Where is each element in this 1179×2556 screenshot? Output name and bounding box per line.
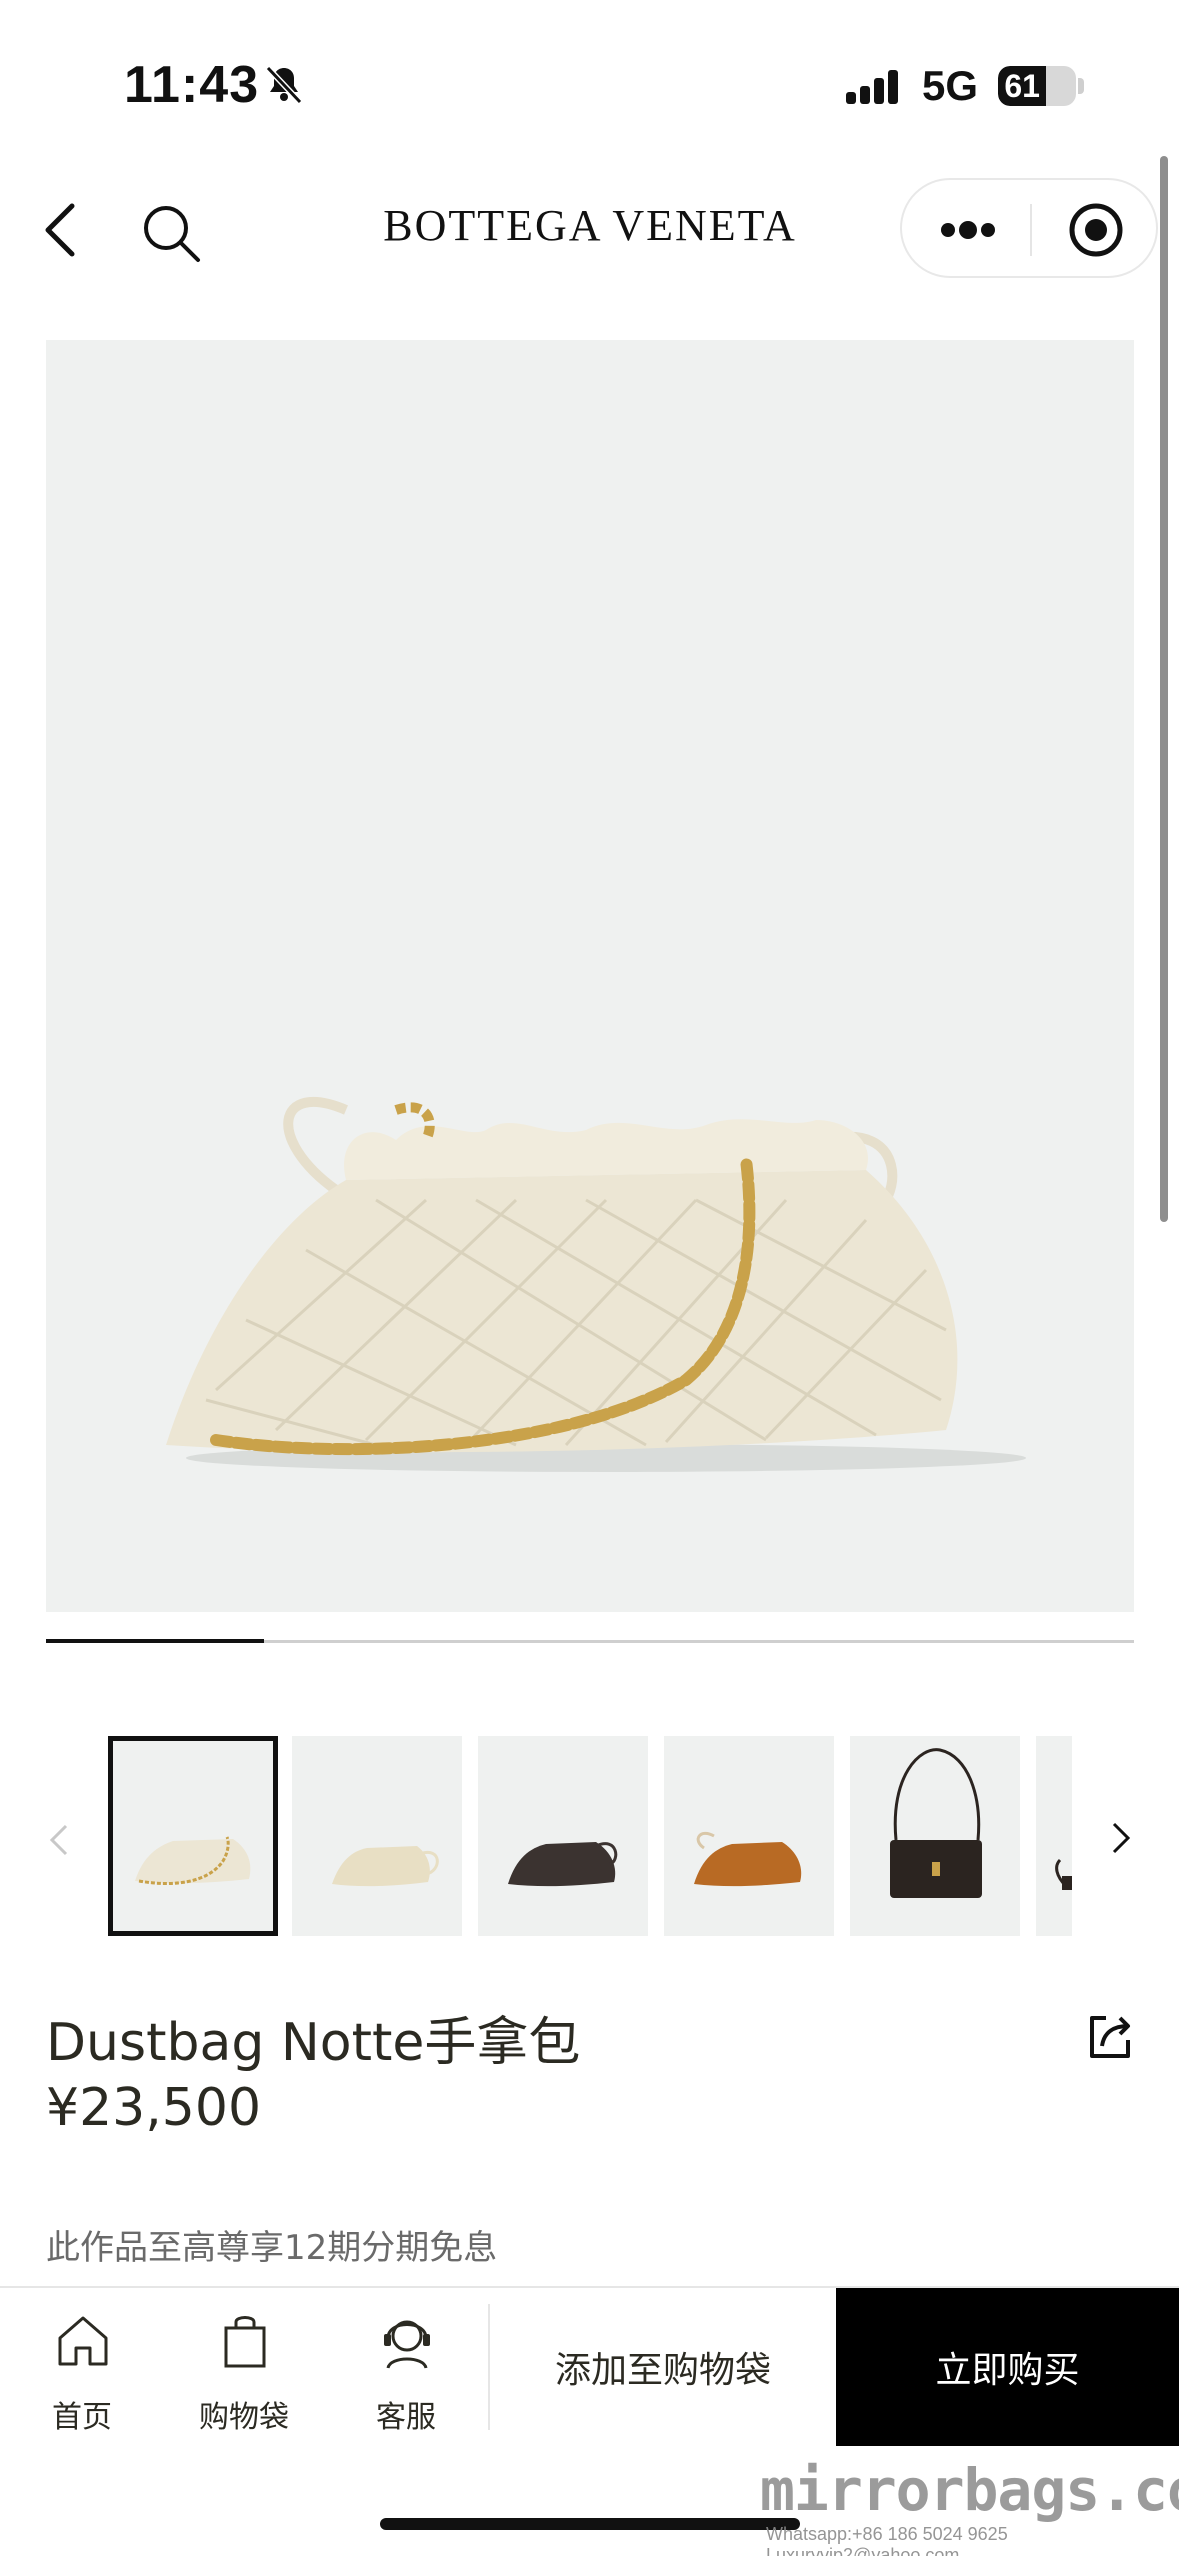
thumbnail-1[interactable] bbox=[108, 1736, 278, 1936]
thumbnail-4[interactable] bbox=[664, 1736, 834, 1936]
battery-icon: 61 bbox=[998, 66, 1076, 106]
thumbnail-5[interactable] bbox=[850, 1736, 1020, 1936]
bottom-action-bar: 首页 购物袋 客服 添加至购物袋 立即购买 bbox=[0, 2286, 1179, 2446]
bag-illustration bbox=[166, 1097, 1026, 1472]
gallery-progress-fill bbox=[46, 1639, 264, 1643]
watermark: mirrorbags.com bbox=[760, 2456, 1179, 2524]
gallery-progress bbox=[46, 1639, 1134, 1643]
thumb-wallet-chain-icon bbox=[890, 1748, 982, 1898]
battery-nub bbox=[1078, 78, 1084, 94]
thumb-bag-caramel-icon bbox=[694, 1831, 802, 1887]
network-type: 5G bbox=[922, 62, 979, 109]
bell-muted-icon bbox=[265, 65, 303, 105]
clock: 11:43 bbox=[124, 56, 260, 114]
chevron-right-icon[interactable] bbox=[1108, 1818, 1134, 1858]
status-bar: 11:43 5G 61 bbox=[0, 0, 1179, 150]
signal-icon bbox=[846, 70, 898, 104]
tab-shopping-bag[interactable]: 购物袋 bbox=[174, 2288, 314, 2446]
tab-home[interactable]: 首页 bbox=[12, 2288, 152, 2446]
tab-customer-service[interactable]: 客服 bbox=[336, 2288, 476, 2446]
brand-logo[interactable]: BOTTEGA VENETA bbox=[360, 200, 820, 251]
mini-program-capsule bbox=[900, 178, 1158, 278]
product-price: ¥23,500 bbox=[46, 2078, 262, 2138]
add-to-bag-button[interactable]: 添加至购物袋 bbox=[490, 2288, 836, 2446]
tab-home-label: 首页 bbox=[52, 2400, 112, 2435]
tab-customer-service-label: 客服 bbox=[376, 2400, 436, 2435]
thumbnail-strip bbox=[0, 1732, 1179, 1942]
thumb-bag-dark-icon bbox=[508, 1842, 618, 1887]
product-title: Dustbag Notte手拿包 bbox=[46, 2013, 581, 2073]
target-icon[interactable] bbox=[1068, 202, 1124, 258]
battery-percent: 61 bbox=[1004, 67, 1040, 104]
capsule-divider bbox=[1030, 204, 1032, 256]
thumbnail-6[interactable] bbox=[1036, 1736, 1072, 1936]
thumbnail-2[interactable] bbox=[292, 1736, 462, 1936]
customer-service-icon bbox=[384, 2320, 430, 2369]
header: BOTTEGA VENETA bbox=[0, 150, 1179, 310]
product-main-image[interactable] bbox=[46, 340, 1134, 1612]
home-icon bbox=[58, 2316, 108, 2366]
buy-now-button[interactable]: 立即购买 bbox=[836, 2288, 1179, 2446]
back-icon[interactable] bbox=[40, 200, 80, 260]
chevron-left-icon[interactable] bbox=[46, 1820, 72, 1860]
tab-shopping-bag-label: 购物袋 bbox=[199, 2400, 289, 2435]
thumb-bag-cream-icon bbox=[135, 1836, 251, 1885]
thumbnail-3[interactable] bbox=[478, 1736, 648, 1936]
more-icon[interactable] bbox=[938, 218, 998, 242]
watermark-contact: Whatsapp:+86 186 5024 9625 Luxuryvip2@ya… bbox=[766, 2524, 1008, 2556]
installment-note: 此作品至高尊享12期分期免息 bbox=[46, 2228, 498, 2268]
thumb-bag-cream-small-icon bbox=[332, 1846, 439, 1887]
shopping-bag-icon bbox=[224, 2316, 266, 2368]
home-indicator[interactable] bbox=[380, 2518, 800, 2530]
thumb-partial-icon bbox=[1055, 1858, 1072, 1890]
share-icon[interactable] bbox=[1084, 2010, 1136, 2062]
scrollbar[interactable] bbox=[1160, 156, 1168, 1222]
search-icon[interactable] bbox=[140, 202, 202, 264]
